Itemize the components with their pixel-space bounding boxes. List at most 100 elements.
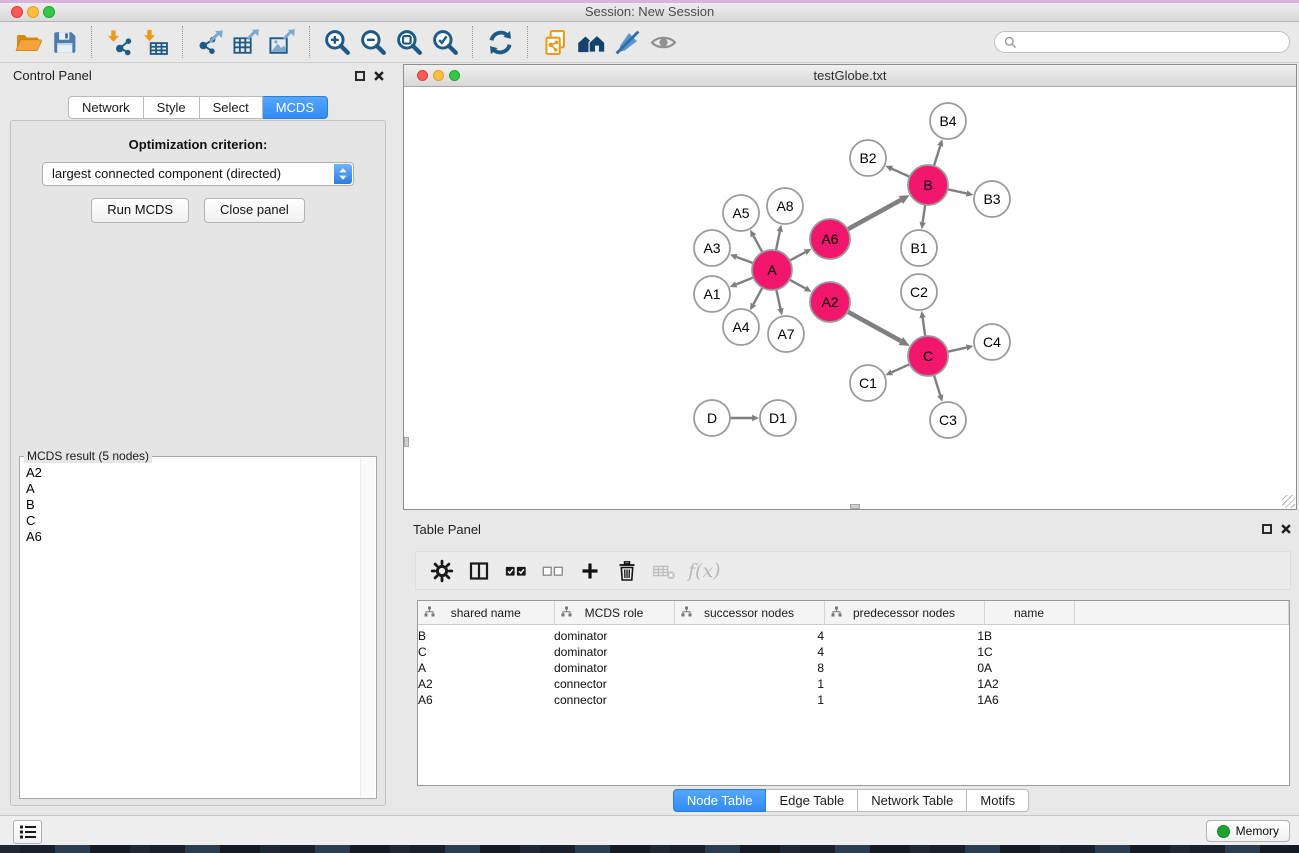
- graph-node-C2[interactable]: C2: [901, 274, 937, 310]
- result-list-scrollbar[interactable]: [360, 458, 375, 797]
- network-zoom-button[interactable]: [449, 70, 460, 81]
- table-cell[interactable]: 4: [674, 625, 824, 645]
- table-cell[interactable]: A2: [984, 676, 1074, 692]
- table-cell[interactable]: 1: [674, 692, 824, 708]
- table-cell[interactable]: B: [418, 625, 554, 645]
- resize-grip[interactable]: [1282, 495, 1295, 508]
- tab-style[interactable]: Style: [144, 96, 200, 119]
- graph-node-A6[interactable]: A6: [810, 219, 850, 259]
- close-panel-icon[interactable]: [1281, 524, 1291, 534]
- table-cell[interactable]: A2: [418, 676, 554, 692]
- network-minimize-button[interactable]: [433, 70, 444, 81]
- close-window-button[interactable]: [11, 6, 23, 18]
- criterion-select[interactable]: largest connected component (directed): [42, 162, 354, 186]
- graph-node-A7[interactable]: A7: [768, 316, 804, 352]
- search-input[interactable]: [1022, 34, 1280, 50]
- tab-network-table[interactable]: Network Table: [858, 789, 967, 812]
- zoom-window-button[interactable]: [43, 6, 55, 18]
- column-header-successor-nodes[interactable]: successor nodes: [674, 601, 824, 625]
- graph-node-C[interactable]: C: [908, 336, 948, 376]
- save-session-button[interactable]: [46, 26, 82, 58]
- graph-node-C4[interactable]: C4: [974, 324, 1010, 360]
- graph-node-B1[interactable]: B1: [901, 230, 937, 266]
- column-header-name[interactable]: name: [984, 601, 1074, 625]
- import-network-button[interactable]: [101, 26, 137, 58]
- table-cell[interactable]: C: [418, 644, 554, 660]
- mcds-result-list[interactable]: A2ABCA6: [21, 465, 360, 797]
- import-table-button[interactable]: [137, 26, 173, 58]
- vertical-scroll-thumb[interactable]: [404, 437, 409, 447]
- table-cell[interactable]: A6: [418, 692, 554, 708]
- zoom-out-button[interactable]: [355, 26, 391, 58]
- delete-table-button[interactable]: [645, 556, 682, 586]
- table-row[interactable]: A2connector11A2: [418, 676, 1289, 692]
- result-list-item[interactable]: C: [21, 513, 360, 529]
- minimize-window-button[interactable]: [27, 6, 39, 18]
- node-table[interactable]: shared nameMCDS rolesuccessor nodesprede…: [417, 600, 1290, 786]
- network-close-button[interactable]: [417, 70, 428, 81]
- float-panel-icon[interactable]: [355, 71, 365, 81]
- tab-edge-table[interactable]: Edge Table: [766, 789, 858, 812]
- graph-node-D1[interactable]: D1: [760, 400, 796, 436]
- table-row[interactable]: Bdominator41B: [418, 625, 1289, 645]
- table-cell[interactable]: A6: [984, 692, 1074, 708]
- run-mcds-button[interactable]: Run MCDS: [91, 198, 189, 223]
- table-cell[interactable]: 1: [824, 644, 984, 660]
- tab-select[interactable]: Select: [200, 96, 263, 119]
- graph-node-A1[interactable]: A1: [694, 276, 730, 312]
- select-all-button[interactable]: [497, 556, 534, 586]
- graph-node-B[interactable]: B: [908, 165, 948, 205]
- column-header-predecessor-nodes[interactable]: predecessor nodes: [824, 601, 984, 625]
- table-cell[interactable]: 0: [824, 660, 984, 676]
- first-neighbors-button[interactable]: [573, 26, 609, 58]
- table-cell[interactable]: A: [418, 660, 554, 676]
- network-window-titlebar[interactable]: testGlobe.txt: [404, 65, 1296, 87]
- table-cell[interactable]: 1: [824, 676, 984, 692]
- table-cell[interactable]: 1: [824, 692, 984, 708]
- show-hide-panel-button[interactable]: [645, 26, 681, 58]
- table-row[interactable]: A6connector11A6: [418, 692, 1289, 708]
- table-cell[interactable]: dominator: [554, 660, 674, 676]
- graph-node-A2[interactable]: A2: [810, 282, 850, 322]
- table-cell[interactable]: 8: [674, 660, 824, 676]
- table-cell[interactable]: 1: [674, 676, 824, 692]
- graph-node-C3[interactable]: C3: [930, 402, 966, 438]
- table-cell[interactable]: connector: [554, 692, 674, 708]
- table-cell[interactable]: dominator: [554, 625, 674, 645]
- graph-node-B2[interactable]: B2: [850, 140, 886, 176]
- column-header-shared-name[interactable]: shared name: [418, 601, 554, 625]
- result-list-item[interactable]: A: [21, 481, 360, 497]
- table-cell[interactable]: B: [984, 625, 1074, 645]
- add-column-button[interactable]: [571, 556, 608, 586]
- clone-network-button[interactable]: [537, 26, 573, 58]
- graph-node-B4[interactable]: B4: [930, 103, 966, 139]
- tab-network[interactable]: Network: [68, 96, 144, 119]
- graph-node-C1[interactable]: C1: [850, 365, 886, 401]
- close-panel-button[interactable]: Close panel: [204, 198, 305, 223]
- settings-gear-button[interactable]: [423, 556, 460, 586]
- show-columns-button[interactable]: [460, 556, 497, 586]
- column-header-MCDS-role[interactable]: MCDS role: [554, 601, 674, 625]
- table-row[interactable]: Cdominator41C: [418, 644, 1289, 660]
- table-row[interactable]: Adominator80A: [418, 660, 1289, 676]
- table-cell[interactable]: A: [984, 660, 1074, 676]
- zoom-in-button[interactable]: [319, 26, 355, 58]
- tab-node-table[interactable]: Node Table: [673, 789, 767, 812]
- open-session-button[interactable]: [10, 26, 46, 58]
- function-builder-button[interactable]: f(x): [688, 560, 721, 582]
- horizontal-scroll-thumb[interactable]: [850, 504, 860, 509]
- graph-node-D[interactable]: D: [694, 400, 730, 436]
- table-cell[interactable]: dominator: [554, 644, 674, 660]
- network-canvas[interactable]: AA1A2A3A4A5A6A7A8BB1B2B3B4CC1C2C3C4DD1: [404, 87, 1296, 509]
- table-cell[interactable]: C: [984, 644, 1074, 660]
- export-image-button[interactable]: [264, 26, 300, 58]
- zoom-fit-button[interactable]: [391, 26, 427, 58]
- task-history-button[interactable]: [13, 820, 42, 844]
- graph-node-A[interactable]: A: [752, 250, 792, 290]
- refresh-button[interactable]: [482, 26, 518, 58]
- hide-labels-button[interactable]: [609, 26, 645, 58]
- graph-node-A3[interactable]: A3: [694, 230, 730, 266]
- table-cell[interactable]: 4: [674, 644, 824, 660]
- float-panel-icon[interactable]: [1262, 524, 1272, 534]
- graph-node-A4[interactable]: A4: [723, 309, 759, 345]
